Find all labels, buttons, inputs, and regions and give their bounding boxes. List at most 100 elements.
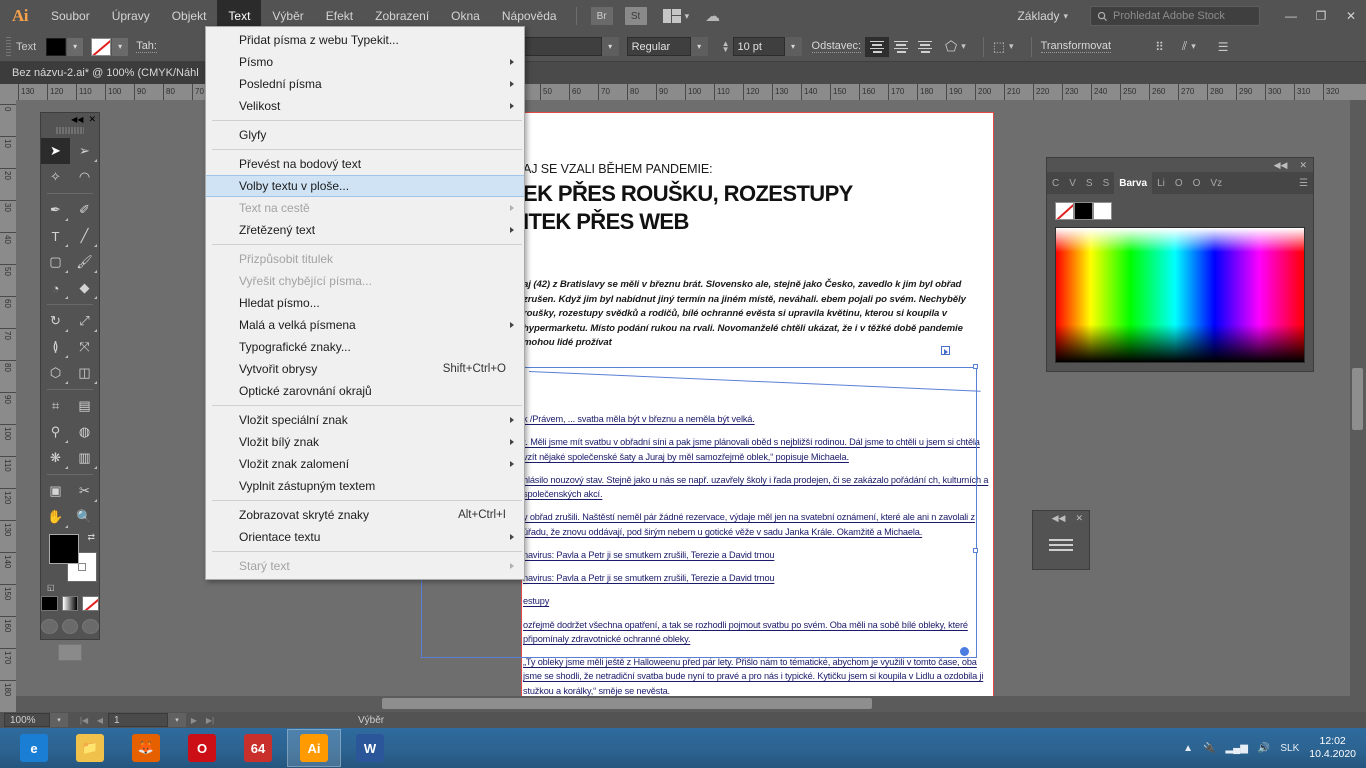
color-panel-close-icon[interactable]: ✕ <box>1299 160 1307 171</box>
menu-item-zřetězený-text[interactable]: Zřetězený text <box>206 219 524 241</box>
last-artboard-button[interactable]: ▶| <box>202 713 218 727</box>
menu-item-glyfy[interactable]: Glyfy <box>206 124 524 146</box>
panel-menu-icon[interactable] <box>1033 539 1089 551</box>
text-frame-anchor-dot[interactable] <box>960 647 969 656</box>
select-similar-icon[interactable]: ⬚ <box>993 39 1005 55</box>
fill-indicator[interactable] <box>49 534 79 564</box>
menu-item-typografické-znaky[interactable]: Typografické znaky... <box>206 336 524 358</box>
document-body-text[interactable]: k /Právem, ... svatba měla být v březnu … <box>523 412 993 712</box>
artboard-tool[interactable]: ▣ <box>41 478 70 504</box>
taskbar-adobe-illustrator[interactable]: Ai <box>287 729 341 767</box>
panel-tab-c[interactable]: C <box>1047 172 1064 194</box>
panel-tab-li[interactable]: Li <box>1152 172 1170 194</box>
arrange-documents-icon[interactable] <box>663 9 681 23</box>
panel-tab-o[interactable]: O <box>1170 172 1188 194</box>
vertical-ruler[interactable]: 0102030405060708090100110120130140150160… <box>0 100 16 712</box>
creative-cloud-icon[interactable]: ☁ <box>705 7 720 25</box>
window-restore-button[interactable]: ❐ <box>1306 0 1336 32</box>
panel-tab-vz[interactable]: Vz <box>1205 172 1227 194</box>
battery-icon[interactable]: 🔌 <box>1203 743 1215 754</box>
gradient-fill-button[interactable] <box>62 596 79 611</box>
tools-collapse-icon[interactable]: ◀◀ <box>71 115 83 124</box>
horizontal-scroll-thumb[interactable] <box>382 698 872 709</box>
distribute-chevron-down-icon[interactable]: ▾ <box>1191 41 1196 52</box>
menu-item-malá-a-velká-písmena[interactable]: Malá a velká písmena <box>206 314 524 336</box>
taskbar-microsoft-word[interactable]: W <box>343 729 397 767</box>
artboard[interactable]: AJ SE VZALI BĚHEM PANDEMIE: EK PŘES ROUŠ… <box>521 112 994 702</box>
horizontal-scrollbar[interactable] <box>16 696 1350 712</box>
panel-tab-s[interactable]: S <box>1081 172 1098 194</box>
menu-item-hledat-písmo[interactable]: Hledat písmo... <box>206 292 524 314</box>
menu-item-vyplnit-zástupným-textem[interactable]: Vyplnit zástupným textem <box>206 475 524 497</box>
align-center-button[interactable] <box>889 37 913 57</box>
shape-builder-tool[interactable]: ⬡ <box>41 360 70 386</box>
color-fill-button[interactable] <box>41 596 58 611</box>
vertical-scrollbar[interactable] <box>1350 100 1366 712</box>
pen-tool[interactable]: ✒ <box>41 197 70 223</box>
taskbar-internet-explorer[interactable]: e <box>7 729 61 767</box>
workspace-switcher-label[interactable]: Základy <box>1017 9 1059 23</box>
menu--pravy[interactable]: Úpravy <box>101 0 161 32</box>
paragraph-panel-label[interactable]: Odstavec: <box>812 40 862 53</box>
zoom-level-field[interactable]: 100% <box>4 713 50 727</box>
panel-options-icon[interactable]: ☰ <box>1218 40 1229 54</box>
shaper-tool[interactable]: ◔ <box>41 275 70 301</box>
font-size-chevron-down-icon[interactable]: ▾ <box>785 37 802 56</box>
draw-inside-button[interactable] <box>82 619 99 634</box>
first-artboard-button[interactable]: |◀ <box>76 713 92 727</box>
stroke-color-swatch[interactable] <box>91 38 111 56</box>
taskbar-media-player-64[interactable]: 64 <box>231 729 285 767</box>
vertical-scroll-thumb[interactable] <box>1352 368 1363 430</box>
direct-selection-tool[interactable]: ➢ <box>70 138 99 164</box>
menu-item-vytvořit-obrysy[interactable]: Vytvořit obrysyShift+Ctrl+O <box>206 358 524 380</box>
stroke-chevron-down-icon[interactable]: ▾ <box>112 38 128 56</box>
text-frame-out-port[interactable] <box>941 346 950 355</box>
arrange-chevron-down-icon[interactable]: ▾ <box>685 11 690 22</box>
menu-item-přidat-písma-z-webu-typekit[interactable]: Přidat písma z webu Typekit... <box>206 29 524 51</box>
taskbar-opera[interactable]: O <box>175 729 229 767</box>
stock-button[interactable]: St <box>625 7 647 25</box>
fill-color-swatch[interactable] <box>46 38 66 56</box>
zoom-chevron-down-icon[interactable]: ▾ <box>50 713 68 727</box>
curvature-tool[interactable]: ✐ <box>70 197 99 223</box>
slice-tool[interactable]: ✂ <box>70 478 99 504</box>
control-bar-grip[interactable] <box>6 37 11 57</box>
next-artboard-button[interactable]: ▶ <box>186 713 202 727</box>
perspective-grid-tool[interactable]: ◫ <box>70 360 99 386</box>
font-family-chevron-down-icon[interactable]: ▾ <box>602 37 619 56</box>
text-menu-dropdown[interactable]: Přidat písma z webu Typekit...PísmoPosle… <box>205 26 525 580</box>
keyboard-language[interactable]: SLK <box>1280 743 1299 754</box>
symbol-sprayer-tool[interactable]: ❋ <box>41 445 70 471</box>
align-left-button[interactable] <box>865 37 889 57</box>
tools-panel-grip[interactable] <box>56 126 84 135</box>
envelope-distort-icon[interactable]: ⬠ <box>945 38 957 55</box>
panel-tab-v[interactable]: V <box>1064 172 1081 194</box>
gradient-tool[interactable]: ▤ <box>70 393 99 419</box>
magic-wand-tool[interactable]: ✧ <box>41 164 70 190</box>
artboard-number-field[interactable]: 1 <box>108 713 168 727</box>
align-panel-icon[interactable]: ⠿ <box>1155 40 1164 54</box>
menu-item-písmo[interactable]: Písmo <box>206 51 524 73</box>
blend-tool[interactable]: ◍ <box>70 419 99 445</box>
document-tab[interactable]: Bez názvu-2.ai* @ 100% (CMYK/Náhl <box>0 62 212 84</box>
eraser-tool[interactable]: ◆ <box>70 275 99 301</box>
stroke-weight-label[interactable]: Tah: <box>136 40 157 53</box>
text-frame-handle-tr[interactable] <box>973 364 978 369</box>
zoom-tool[interactable]: 🔍 <box>70 504 99 530</box>
fill-chevron-down-icon[interactable]: ▾ <box>67 38 83 56</box>
width-tool[interactable]: ≬ <box>41 334 70 360</box>
menu-item-vložit-bílý-znak[interactable]: Vložit bílý znak <box>206 431 524 453</box>
default-fill-stroke-icon[interactable]: ◱ <box>47 583 55 592</box>
scale-tool[interactable]: ⤢ <box>70 308 99 334</box>
menu-item-převést-na-bodový-text[interactable]: Převést na bodový text <box>206 153 524 175</box>
select-similar-chevron-down-icon[interactable]: ▾ <box>1009 41 1014 52</box>
panel-tab-s[interactable]: S <box>1098 172 1115 194</box>
font-style-chevron-down-icon[interactable]: ▾ <box>691 37 708 56</box>
window-close-button[interactable]: ✕ <box>1336 0 1366 32</box>
transform-panel-label[interactable]: Transformovat <box>1041 40 1112 53</box>
font-style-field[interactable]: Regular <box>627 37 691 56</box>
eyedropper-tool[interactable]: ⚲ <box>41 419 70 445</box>
font-size-stepper[interactable]: ▲▼ <box>722 41 730 53</box>
mesh-tool[interactable]: ⌗ <box>41 393 70 419</box>
menu-soubor[interactable]: Soubor <box>40 0 101 32</box>
